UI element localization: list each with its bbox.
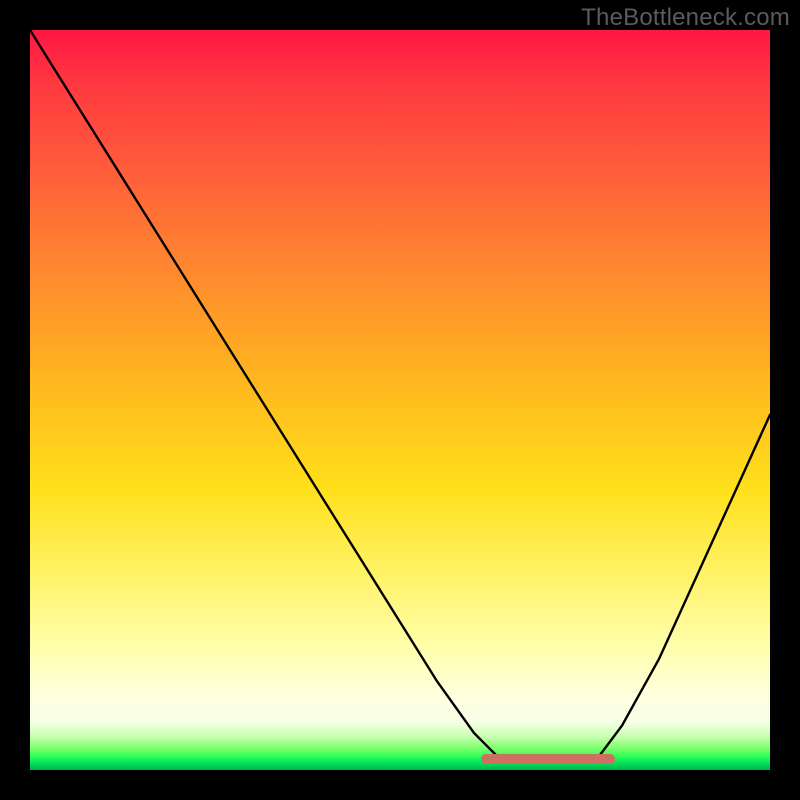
minimum-highlight-marker xyxy=(481,754,614,764)
plot-area xyxy=(30,30,770,770)
bottleneck-curve xyxy=(30,30,770,770)
chart-frame: TheBottleneck.com xyxy=(0,0,800,800)
watermark-text: TheBottleneck.com xyxy=(581,4,790,32)
curve-path xyxy=(30,30,770,763)
